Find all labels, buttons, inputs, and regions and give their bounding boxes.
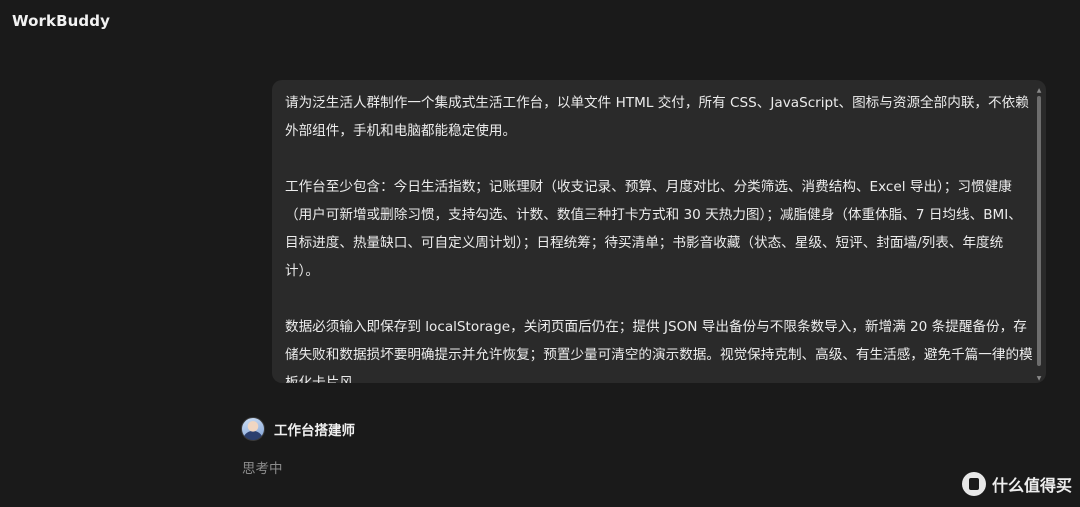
watermark: 什么值得买 (961, 472, 1072, 496)
scroll-up-arrow-icon[interactable]: ▲ (1036, 88, 1042, 94)
message-scrollbar[interactable]: ▲ ▼ (1036, 88, 1042, 382)
scroll-down-arrow-icon[interactable]: ▼ (1036, 376, 1042, 382)
message-paragraph-3: 数据必须输入即保存到 localStorage，关闭页面后仍在；提供 JSON … (285, 319, 1033, 383)
app-title: WorkBuddy (12, 12, 110, 30)
message-paragraph-2: 工作台至少包含：今日生活指数；记账理财（收支记录、预算、月度对比、分类筛选、消费… (285, 179, 1022, 279)
message-paragraph-1: 请为泛生活人群制作一个集成式生活工作台，以单文件 HTML 交付，所有 CSS、… (285, 95, 1029, 139)
agent-name: 工作台搭建师 (274, 423, 355, 439)
thinking-status: 思考中 (242, 461, 283, 477)
scrollbar-thumb[interactable] (1037, 96, 1041, 366)
avatar-icon (241, 417, 265, 441)
app-window: WorkBuddy 请为泛生活人群制作一个集成式生活工作台，以单文件 HTML … (0, 0, 1080, 507)
agent-header: 工作台搭建师 (241, 416, 355, 442)
message-scroll-area[interactable]: 请为泛生活人群制作一个集成式生活工作台，以单文件 HTML 交付，所有 CSS、… (285, 89, 1035, 383)
watermark-text: 什么值得买 (991, 476, 1072, 495)
user-message-bubble[interactable]: 请为泛生活人群制作一个集成式生活工作台，以单文件 HTML 交付，所有 CSS、… (272, 80, 1046, 383)
smzdm-logo-icon (961, 472, 986, 496)
